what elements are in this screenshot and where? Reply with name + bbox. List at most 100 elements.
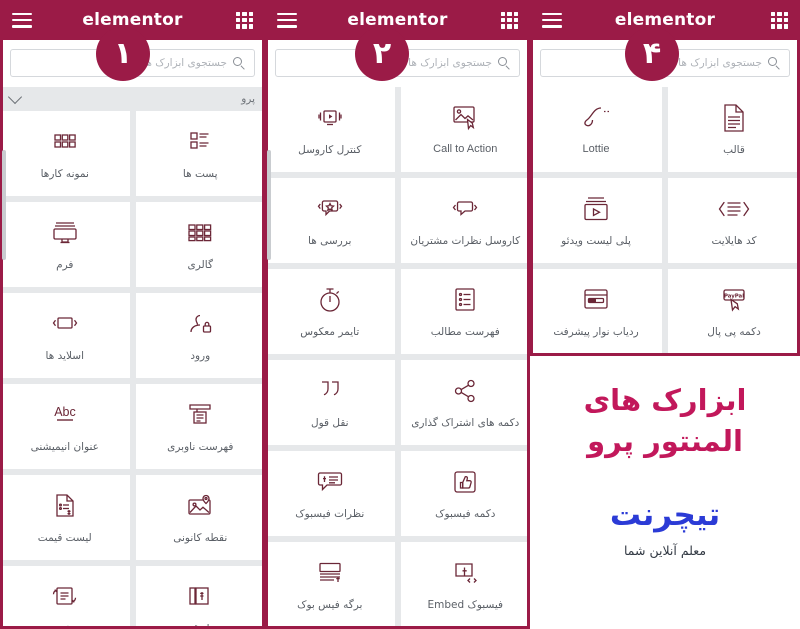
widget-label: جدول قیمت [173,622,227,629]
widget-card-table-of-contents[interactable]: فهرست مطالب [400,269,530,354]
widget-card-login[interactable]: ورود [135,293,265,378]
facebook-embed-icon [451,558,479,588]
hamburger-menu-icon[interactable] [277,12,297,28]
widget-card-facebook-page[interactable]: برگه فیس بوک [265,542,395,627]
portfolio-grid-icon [51,127,79,157]
widget-card-blockquote[interactable]: نقل قول [265,360,395,445]
table-of-contents-icon [452,285,478,315]
countdown-timer-icon [316,285,344,315]
widget-card-call-to-action[interactable]: Call to Action [400,87,530,172]
widget-card-code-highlight[interactable]: کد هایلایت [668,178,800,263]
widget-label: Call to Action [433,143,498,156]
widget-label: چرخش جعبه [36,622,93,629]
widget-label: بررسی ها [308,234,352,247]
blockquote-icon [316,376,344,406]
panel-scrollbar-thumb[interactable] [2,150,6,260]
widget-label: کاروسل نظرات مشتریان [410,234,521,247]
widget-card-facebook-button[interactable]: دکمه فیسبوک [400,451,530,536]
widget-card-nav-menu[interactable]: فهرست ناوبری [135,384,265,469]
widget-grid-4: قالب Lottie کد هایلایت پلی لیست ویدئو Pa… [530,87,800,354]
widget-card-video-playlist[interactable]: پلی لیست ویدئو [530,178,662,263]
panel-number-badge: ۲ [355,27,409,81]
widget-card-form[interactable]: فرم [0,202,130,287]
widget-card-ghaleb[interactable]: قالب [668,87,800,172]
widget-label: فیسبوک Embed [427,598,504,611]
price-list-icon [52,491,78,521]
widget-card-flip-box[interactable]: چرخش جعبه [0,566,130,629]
widget-card-posts[interactable]: پست ها [135,111,265,196]
panel-number-badge: ۴ [625,27,679,81]
widget-label: نظرات فیسبوک [295,507,365,520]
search-icon [233,56,246,70]
search-icon [498,56,511,70]
price-table-icon [185,582,215,612]
widget-label: ردیاب نوار پیشرفت [553,325,639,338]
form-icon [50,218,80,248]
widget-grid-scroll-1[interactable]: پست ها نمونه کارها گالری فرم ورود اسلاید… [0,111,265,629]
widget-card-reviews[interactable]: بررسی ها [265,178,395,263]
widget-label: Lottie [582,143,610,156]
widget-label: پست ها [182,167,218,180]
grid-apps-icon[interactable] [771,11,788,29]
widget-label: دکمه پی پال [707,325,761,338]
widget-card-facebook-embed[interactable]: فیسبوک Embed [400,542,530,627]
elementor-logo-text: elementor [82,10,183,30]
login-user-lock-icon [186,309,214,339]
widget-card-countdown-timer[interactable]: تایمر معکوس [265,269,395,354]
widget-panel-1: elementor جستجوی ابزارک ها ... پرو پست ه… [0,0,265,629]
widget-label: نمونه کارها [40,167,89,180]
promo-block: ابزارک های المنتور پرو تیچرنت معلم آنلای… [530,360,800,629]
widget-card-share-buttons[interactable]: دکمه های اشتراک گذاری [400,360,530,445]
widget-card-lottie[interactable]: Lottie [530,87,662,172]
widget-card-facebook-comments[interactable]: نظرات فیسبوک [265,451,395,536]
hamburger-menu-icon[interactable] [12,12,32,28]
widget-grid-1: پست ها نمونه کارها گالری فرم ورود اسلاید… [0,111,265,629]
panel-scrollbar-thumb[interactable] [267,150,271,260]
widget-grid-scroll-4[interactable]: قالب Lottie کد هایلایت پلی لیست ویدئو Pa… [530,87,800,354]
widget-label: فرم [56,258,74,271]
widget-card-hotspot[interactable]: نقطه کانونی [135,475,265,560]
facebook-page-icon [315,558,345,588]
grid-apps-icon[interactable] [501,11,518,29]
chevron-down-icon[interactable] [7,89,23,105]
widget-label: دکمه های اشتراک گذاری [411,416,520,429]
carousel-control-icon [314,103,346,133]
section-header-pro[interactable]: پرو [0,87,265,111]
widget-panel-2: elementor جستجوی ابزارک ها ... Call to A… [265,0,530,629]
template-document-icon [721,103,747,133]
widget-grid-2: Call to Action کنترل کاروسل کاروسل نظرات… [265,87,530,627]
three-panel-stage: elementor جستجوی ابزارک ها ... قالب Lott… [0,0,800,629]
grid-apps-icon[interactable] [236,11,253,29]
widget-card-paypal-button[interactable]: PayPal دکمه پی پال [668,269,800,354]
widget-label: عنوان انیمیشنی [30,440,99,453]
widget-card-carousel-control[interactable]: کنترل کاروسل [265,87,395,172]
widget-label: تایمر معکوس [300,325,360,338]
promo-headline-line1: ابزارک های [583,383,747,417]
call-to-action-icon [450,102,480,132]
widget-card-portfolio[interactable]: نمونه کارها [0,111,130,196]
widget-label: نقل قول [310,416,349,429]
section-header-label: پرو [241,93,255,105]
animated-headline-abc-icon: Abc [48,400,82,430]
promo-tagline: معلم آنلاین شما [623,543,707,559]
widget-card-progress-tracker[interactable]: ردیاب نوار پیشرفت [530,269,662,354]
widget-card-slides[interactable]: اسلاید ها [0,293,130,378]
gallery-icon [185,218,215,248]
facebook-comments-icon [315,467,345,497]
testimonial-carousel-icon [449,194,481,224]
widget-label: اسلاید ها [45,349,85,362]
widget-card-gallery[interactable]: گالری [135,202,265,287]
search-icon [768,56,781,70]
slides-icon [49,309,81,339]
code-highlight-icon [717,194,751,224]
widget-card-testimonial-carousel[interactable]: کاروسل نظرات مشتریان [400,178,530,263]
widget-card-animated-headline[interactable]: Abc عنوان انیمیشنی [0,384,130,469]
hamburger-menu-icon[interactable] [542,12,562,28]
posts-list-icon [186,127,214,157]
widget-card-price-list[interactable]: لیست قیمت [0,475,130,560]
widget-label: دکمه فیسبوک [435,507,496,520]
share-buttons-icon [451,376,479,406]
widget-card-price-table[interactable]: جدول قیمت [135,566,265,629]
widget-label: کد هایلایت [711,234,757,247]
widget-grid-scroll-2[interactable]: Call to Action کنترل کاروسل کاروسل نظرات… [265,87,530,627]
